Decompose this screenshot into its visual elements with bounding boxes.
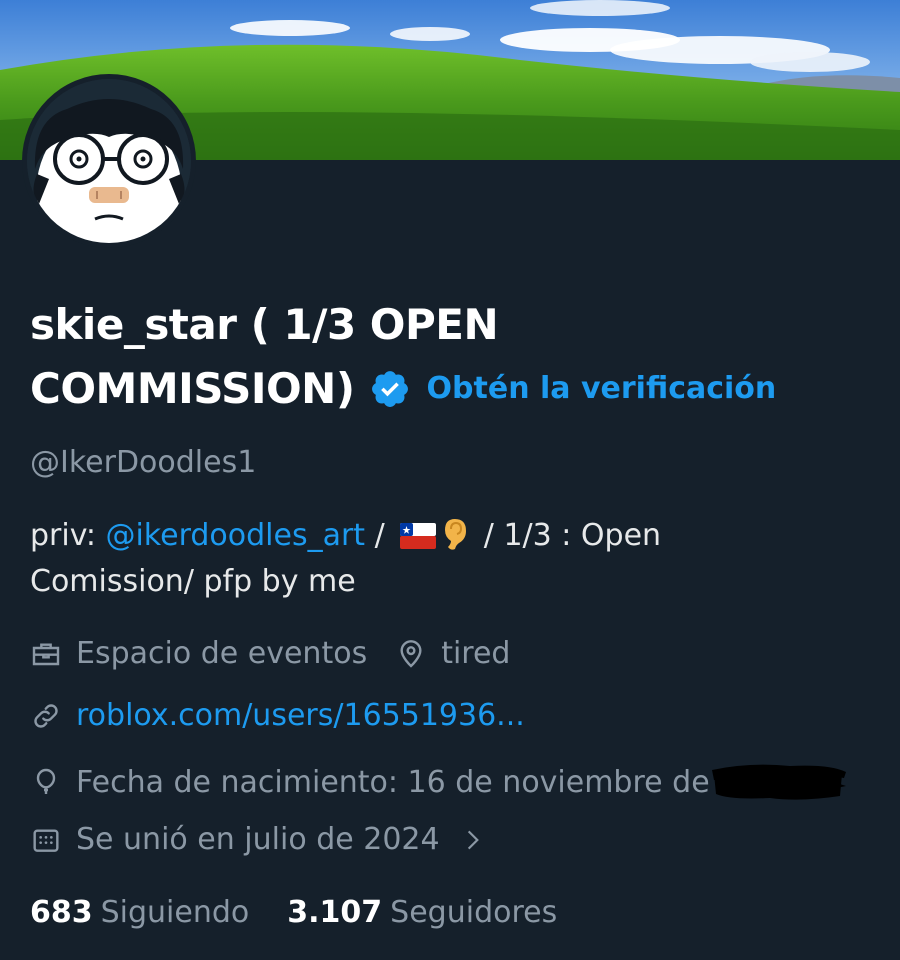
briefcase-icon (32, 642, 60, 665)
chevron-right-icon[interactable] (460, 827, 486, 853)
avatar-image (27, 79, 191, 243)
profile-avatar[interactable] (22, 74, 196, 248)
category-label: Espacio de eventos (76, 636, 368, 671)
following-stat[interactable]: 683 Siguiendo (30, 895, 249, 930)
website-link[interactable]: roblox.com/users/16551936... (76, 698, 525, 733)
bio-prefix: priv: (30, 518, 106, 553)
balloon-icon (36, 768, 56, 794)
joined-label: Se unió en julio de 2024 (76, 822, 440, 857)
followers-count: 3.107 (287, 895, 383, 930)
get-verified-link[interactable]: Obtén la verificación (427, 357, 777, 421)
profile-meta-website: roblox.com/users/16551936... (30, 698, 525, 733)
profile-meta-joined[interactable]: Se unió en julio de 2024 (30, 822, 486, 857)
display-name-line1: skie_star ( 1/3 OPEN (30, 300, 499, 349)
profile-meta-birthday: Fecha de nacimiento: 16 de noviembre de (30, 760, 848, 804)
profile-bio: priv: @ikerdoodles_art / / 1/3 : Open Co… (30, 513, 870, 605)
redaction-scribble (711, 764, 846, 800)
calendar-icon (33, 828, 59, 852)
follow-stats: 683 Siguiendo 3.107 Seguidores (30, 895, 595, 930)
link-icon (34, 703, 58, 728)
bio-after-emoji: / 1/3 : Open (474, 518, 662, 553)
ear-icon (445, 519, 467, 550)
profile-meta-category: Espacio de eventos tired (30, 636, 510, 671)
chile-flag-icon (400, 523, 437, 549)
display-name: skie_star ( 1/3 OPEN COMMISSION) Obtén l… (30, 293, 870, 421)
followers-label: Seguidores (390, 895, 558, 930)
following-count: 683 (30, 895, 93, 930)
bio-line2: Comission/ pfp by me (30, 564, 356, 599)
verified-badge-icon[interactable] (369, 368, 411, 410)
bio-separator: / (365, 518, 395, 553)
followers-stat[interactable]: 3.107 Seguidores (287, 895, 557, 930)
user-handle: @IkerDoodles1 (30, 445, 257, 480)
location-pin-icon (400, 639, 422, 668)
bio-mention-link[interactable]: @ikerdoodles_art (105, 518, 365, 553)
birthday-label: Fecha de nacimiento: 16 de noviembre de (76, 764, 710, 800)
display-name-line2: COMMISSION) (30, 364, 355, 413)
following-label: Siguiendo (100, 895, 250, 930)
location-label: tired (441, 636, 511, 671)
